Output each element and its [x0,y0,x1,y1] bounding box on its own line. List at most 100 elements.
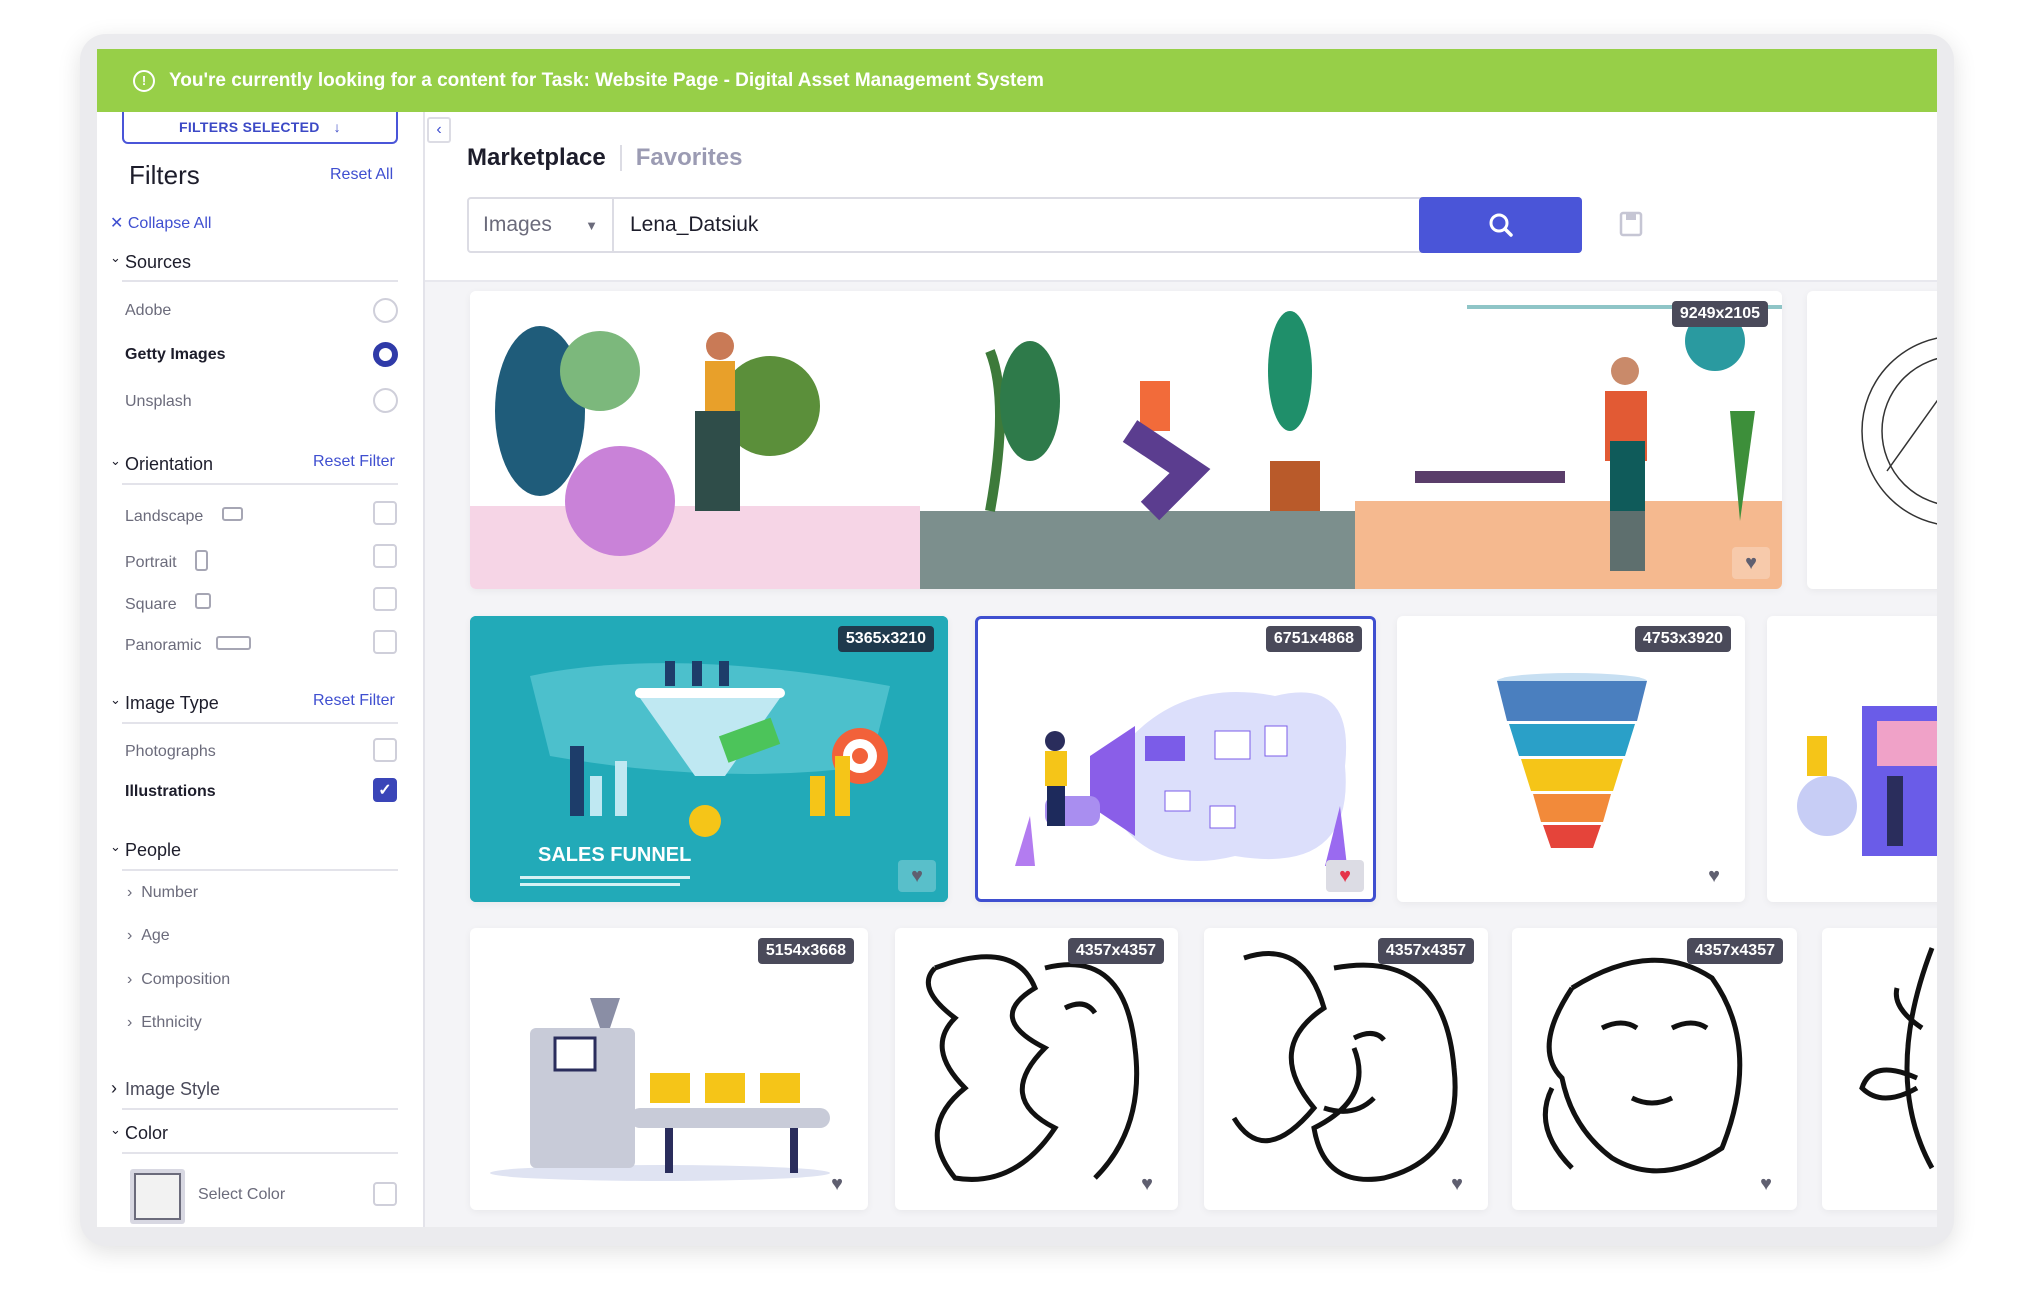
image-tile[interactable]: 4753x3920 ♥ [1397,616,1745,902]
image-tile[interactable]: 9249x2105 ♥ [470,291,1782,589]
tab-marketplace[interactable]: Marketplace [467,144,606,172]
chevron-right-icon: › [127,927,142,944]
favorite-heart-icon[interactable]: ♥ [1747,1168,1785,1200]
sales-funnel-caption: SALES FUNNEL [538,844,692,866]
source-adobe[interactable]: Adobe [125,302,171,320]
square-shape-icon [195,593,212,609]
section-image-type[interactable]: Image Type [125,693,219,714]
checkbox-color[interactable] [373,1182,397,1206]
source-unsplash[interactable]: Unsplash [125,393,192,411]
orientation-portrait[interactable]: Portrait [125,550,209,572]
panoramic-shape-icon [215,636,251,650]
app: ! You're currently looking for a content… [97,49,1937,1227]
section-color[interactable]: Color [125,1123,168,1144]
type-illustrations[interactable]: Illustrations [125,783,216,801]
people-number[interactable]: › Number [127,884,198,902]
search-type-select[interactable]: Images ▼ [469,199,614,251]
section-sources[interactable]: Sources [125,252,191,273]
chevron-down-icon[interactable]: ⌄ [110,250,121,266]
search-input[interactable] [614,199,1419,251]
checkbox-panoramic[interactable] [373,630,397,654]
chevron-right-icon: › [127,884,142,901]
favorite-heart-icon[interactable]: ♥ [1732,547,1770,579]
chevron-right-icon[interactable]: › [111,1078,117,1099]
check-icon: ✓ [378,782,392,799]
search-type-value: Images [483,213,552,236]
square-label: Square [125,596,177,613]
chevron-down-icon[interactable]: ⌄ [110,692,121,708]
image-tile[interactable]: 4357x4357 ♥ [1512,928,1797,1210]
chevron-down-icon[interactable]: ⌄ [110,1122,121,1138]
favorite-heart-icon[interactable]: ♥ [1438,1168,1476,1200]
task-banner: ! You're currently looking for a content… [97,49,1937,112]
panoramic-label: Panoramic [125,637,202,654]
radio-unsplash[interactable] [373,388,398,413]
filters-sidebar: FILTERS SELECTED ↓ Filters Reset All ✕ Co… [97,112,425,1227]
select-color-label[interactable]: Select Color [198,1186,285,1204]
image-tile[interactable] [1807,291,1937,589]
section-image-style[interactable]: Image Style [125,1079,220,1100]
filters-selected-label: FILTERS SELECTED [179,119,320,135]
favorite-heart-icon[interactable]: ♥ [1128,1168,1166,1200]
people-composition[interactable]: › Composition [127,971,230,989]
image-tile[interactable] [1767,616,1937,902]
save-search-button[interactable] [1619,211,1643,242]
collapse-all-link[interactable]: ✕ Collapse All [110,213,211,233]
type-photographs[interactable]: Photographs [125,743,216,761]
radio-adobe[interactable] [373,298,398,323]
filters-selected-button[interactable]: FILTERS SELECTED ↓ [122,112,398,144]
section-people[interactable]: People [125,840,181,861]
radio-getty-images[interactable] [373,342,398,367]
favorite-heart-icon[interactable]: ♥ [898,860,936,892]
banner-text: You're currently looking for a content f… [169,69,1044,91]
color-swatch[interactable] [130,1169,185,1224]
image-tile[interactable]: SALES FUNNEL 5365x3210 ♥ [470,616,948,902]
people-ethnicity[interactable]: › Ethnicity [127,1014,202,1032]
divider [122,722,398,724]
image-size-badge: 5154x3668 [757,938,854,964]
filters-title: Filters [129,160,200,190]
image-tile[interactable]: 5154x3668 ♥ [470,928,868,1210]
favorite-heart-icon-active[interactable]: ♥ [1326,860,1364,892]
people-number-label: Number [141,884,199,901]
people-age[interactable]: › Age [127,927,170,945]
checkbox-square[interactable] [373,587,397,611]
checkbox-landscape[interactable] [373,501,397,525]
orientation-landscape[interactable]: Landscape [125,507,243,526]
image-tile-selected[interactable]: 6751x4868 ♥ [975,616,1376,902]
orientation-square[interactable]: Square [125,593,212,614]
image-mountain-emblem [1861,337,1937,525]
favorite-heart-icon[interactable]: ♥ [818,1168,856,1200]
portrait-label: Portrait [125,554,177,571]
section-orientation[interactable]: Orientation [125,454,213,475]
search-button[interactable] [1419,197,1582,253]
people-composition-label: Composition [141,971,231,988]
divider [122,869,398,871]
portrait-shape-icon [195,550,209,571]
favorite-heart-icon[interactable]: ♥ [1695,860,1733,892]
image-size-badge: 6751x4868 [1265,626,1362,652]
orientation-panoramic[interactable]: Panoramic [125,636,251,655]
image-tile[interactable] [1822,928,1937,1210]
chevron-right-icon: › [127,1014,142,1031]
collapse-sidebar-button[interactable]: ‹ [427,117,451,143]
image-tile[interactable]: 4357x4357 ♥ [895,928,1178,1210]
checkbox-photographs[interactable] [373,738,397,762]
checkbox-portrait[interactable] [373,544,397,568]
divider [122,280,398,282]
reset-filter-orientation[interactable]: Reset Filter [313,453,395,471]
source-getty-images[interactable]: Getty Images [125,346,225,364]
caret-down-icon: ▼ [585,217,598,233]
floppy-disk-icon [1619,211,1643,237]
reset-all-link[interactable]: Reset All [330,166,393,184]
image-size-badge: 4357x4357 [1377,938,1474,964]
image-size-badge: 9249x2105 [1671,301,1768,327]
reset-filter-image-type[interactable]: Reset Filter [313,692,395,710]
image-tile[interactable]: 4357x4357 ♥ [1204,928,1488,1210]
chevron-down-icon[interactable]: ⌄ [110,453,121,469]
main-content: ‹ Marketplace Favorites Images ▼ 9249x210… [425,112,1937,1227]
chevron-down-icon[interactable]: ⌄ [110,839,121,855]
image-digital-marketing [1015,692,1347,866]
checkbox-illustrations[interactable]: ✓ [373,778,397,802]
tab-favorites[interactable]: Favorites [636,144,743,172]
